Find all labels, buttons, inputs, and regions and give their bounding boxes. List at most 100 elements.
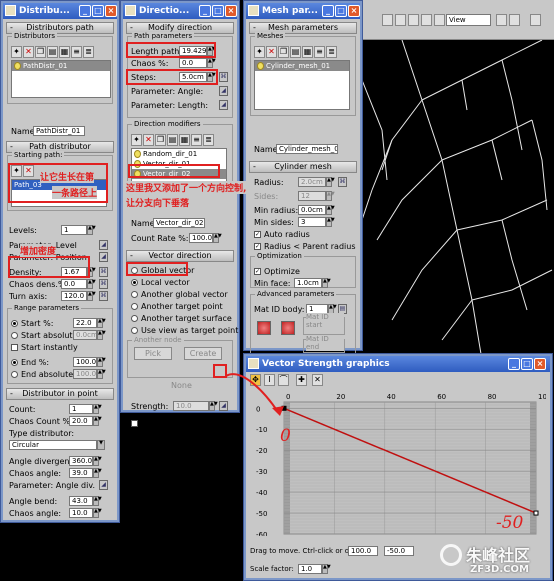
param-angle-div-curve-button[interactable]: ◢ (99, 480, 108, 490)
turn-axis-field[interactable]: 120.0 (61, 291, 87, 301)
param-level-curve-button[interactable]: ◢ (99, 240, 108, 250)
new-icon[interactable]: ✦ (11, 165, 22, 177)
delete-icon[interactable]: ✕ (23, 46, 34, 58)
levels-spinner[interactable]: ▲▼ (87, 225, 96, 235)
count-rate-spinner[interactable]: ▲▼ (213, 233, 222, 243)
steps-spinner[interactable]: ▲▼ (207, 72, 216, 82)
minimize-button[interactable]: _ (199, 5, 211, 17)
insert-point-icon[interactable]: ✚ (296, 374, 307, 386)
teapot-icon[interactable] (530, 14, 541, 26)
maximize-button[interactable]: □ (335, 5, 347, 17)
list-icon[interactable]: ≡ (191, 134, 202, 146)
radius-parent-checkbox[interactable]: ✓ (254, 243, 261, 250)
list-icon[interactable]: ≡ (314, 46, 325, 58)
radio-another-target-surface[interactable]: Another target surface (131, 313, 233, 324)
angle-bend-field[interactable]: 43.0 (69, 496, 93, 506)
distributor-titlebar[interactable]: Distribu... _ □ × (3, 3, 117, 19)
new-icon[interactable]: ✦ (254, 46, 265, 58)
list-item[interactable]: Cylinder_mesh_01 (255, 61, 349, 71)
copy-icon[interactable]: ❐ (35, 46, 46, 58)
steps-map-button[interactable]: ⌘ (219, 72, 228, 82)
toolbar-icon-3[interactable] (408, 14, 419, 26)
min-sides-field[interactable]: 3 (298, 217, 326, 227)
scale-field[interactable]: 1.0 (298, 564, 322, 574)
angle-div-spinner[interactable]: ▲▼ (93, 456, 102, 466)
save-icon[interactable]: ▦ (59, 46, 70, 58)
direction-titlebar[interactable]: Directio... _ □ × (123, 3, 237, 19)
min-radius-field[interactable]: 0.0cm (298, 205, 326, 215)
list-icon[interactable]: ≡ (71, 46, 82, 58)
mesh-name-field[interactable]: Cylinder_mesh_01 (276, 144, 338, 154)
material-icon-1[interactable] (257, 321, 271, 335)
sides-spinner[interactable]: ▲▼ (326, 191, 335, 201)
toolbar-icon-2[interactable] (395, 14, 406, 26)
copy-icon[interactable]: ❐ (155, 134, 166, 146)
radius-field[interactable]: 2.0cm (298, 177, 326, 187)
strength-spinner[interactable]: ▲▼ (209, 401, 218, 411)
start-abs-field[interactable]: 0.0cm (73, 330, 97, 340)
chaos-count-field[interactable]: 20.0 (69, 416, 93, 426)
chaos-count-spinner[interactable]: ▲▼ (93, 416, 102, 426)
radio-another-target-point[interactable]: Another target point (131, 301, 233, 312)
density-map-button[interactable]: ⌘ (99, 267, 108, 277)
min-face-field[interactable]: 1.0cm (294, 278, 322, 288)
toolbar-icon-4[interactable] (421, 14, 432, 26)
copy-icon[interactable]: ❐ (278, 46, 289, 58)
type-dropdown[interactable]: Circular (9, 440, 97, 450)
close-button[interactable]: × (348, 5, 360, 17)
chaos-pct-field[interactable]: 0.0 (179, 58, 207, 68)
end-abs-spinner[interactable]: ▲▼ (97, 369, 106, 379)
close-button[interactable]: × (225, 5, 237, 17)
param-angle-curve-button[interactable]: ◢ (219, 86, 228, 96)
bezier-icon[interactable]: ⌒ (278, 374, 289, 386)
point-y-field[interactable]: -50.0 (384, 546, 414, 556)
meshes-list[interactable]: Cylinder_mesh_01 (254, 60, 350, 110)
min-radius-spinner[interactable]: ▲▼ (326, 205, 335, 215)
start-pct-field[interactable]: 22.0 (73, 318, 97, 328)
length-path-field[interactable]: 19.429cı (179, 46, 207, 56)
chaos-angle-spinner[interactable]: ▲▼ (93, 468, 102, 478)
min-face-spinner[interactable]: ▲▼ (322, 278, 331, 288)
close-button[interactable]: × (534, 358, 546, 370)
delete-icon[interactable]: ✕ (266, 46, 277, 58)
chaos-pct-spinner[interactable]: ▲▼ (207, 58, 216, 68)
end-abs-radio[interactable] (11, 371, 18, 378)
radio-another-global-vector[interactable]: Another global vector (131, 289, 233, 300)
toolbar-icon-1[interactable] (382, 14, 393, 26)
toolbar-icon-5[interactable] (434, 14, 445, 26)
direction-name-field[interactable]: Vector_dir_02 (153, 218, 205, 228)
minimize-button[interactable]: _ (322, 5, 334, 17)
start-pct-radio[interactable] (11, 320, 18, 327)
options-icon[interactable]: ≣ (326, 46, 337, 58)
paste-icon[interactable]: ▤ (47, 46, 58, 58)
count-field[interactable]: 1 (69, 404, 93, 414)
radio-local-vector[interactable]: Local vector (131, 277, 233, 288)
maximize-button[interactable]: □ (92, 5, 104, 17)
auto-radius-checkbox[interactable]: ✓ (254, 231, 261, 238)
save-icon[interactable]: ▦ (302, 46, 313, 58)
mesh-titlebar[interactable]: Mesh par... _ □ × (246, 3, 360, 19)
chevron-down-icon[interactable]: ▼ (97, 440, 105, 450)
list-item[interactable]: Vector_dir_01 (132, 159, 226, 169)
viewport[interactable]: View (362, 0, 554, 360)
options-icon[interactable]: ≣ (83, 46, 94, 58)
strength-curve-button[interactable]: ◢ (219, 401, 228, 411)
param-position-curve-button[interactable]: ◢ (99, 252, 108, 262)
optimize-checkbox[interactable]: ✓ (254, 268, 261, 275)
radius-map-button[interactable]: ⌘ (338, 177, 347, 187)
chaos-angle2-field[interactable]: 10.0 (69, 508, 93, 518)
angle-bend-spinner[interactable]: ▲▼ (93, 496, 102, 506)
list-item[interactable]: Vector_dir_02 (132, 169, 226, 179)
view-select[interactable]: View (446, 14, 491, 26)
start-abs-spinner[interactable]: ▲▼ (97, 330, 106, 340)
radio-global-vector[interactable]: Global vector (131, 265, 233, 276)
count-spinner[interactable]: ▲▼ (93, 404, 102, 414)
list-item[interactable]: PathDistr_01 (12, 61, 110, 71)
maximize-button[interactable]: □ (521, 358, 533, 370)
chaos-dens-map-button[interactable]: ⌘ (99, 279, 108, 289)
new-icon[interactable]: ✦ (131, 134, 142, 146)
min-sides-spinner[interactable]: ▲▼ (326, 217, 335, 227)
distributor-name-field[interactable]: PathDistr_01 (33, 126, 85, 136)
options-icon[interactable]: ≣ (203, 134, 214, 146)
delete-point-icon[interactable]: ✕ (312, 374, 323, 386)
